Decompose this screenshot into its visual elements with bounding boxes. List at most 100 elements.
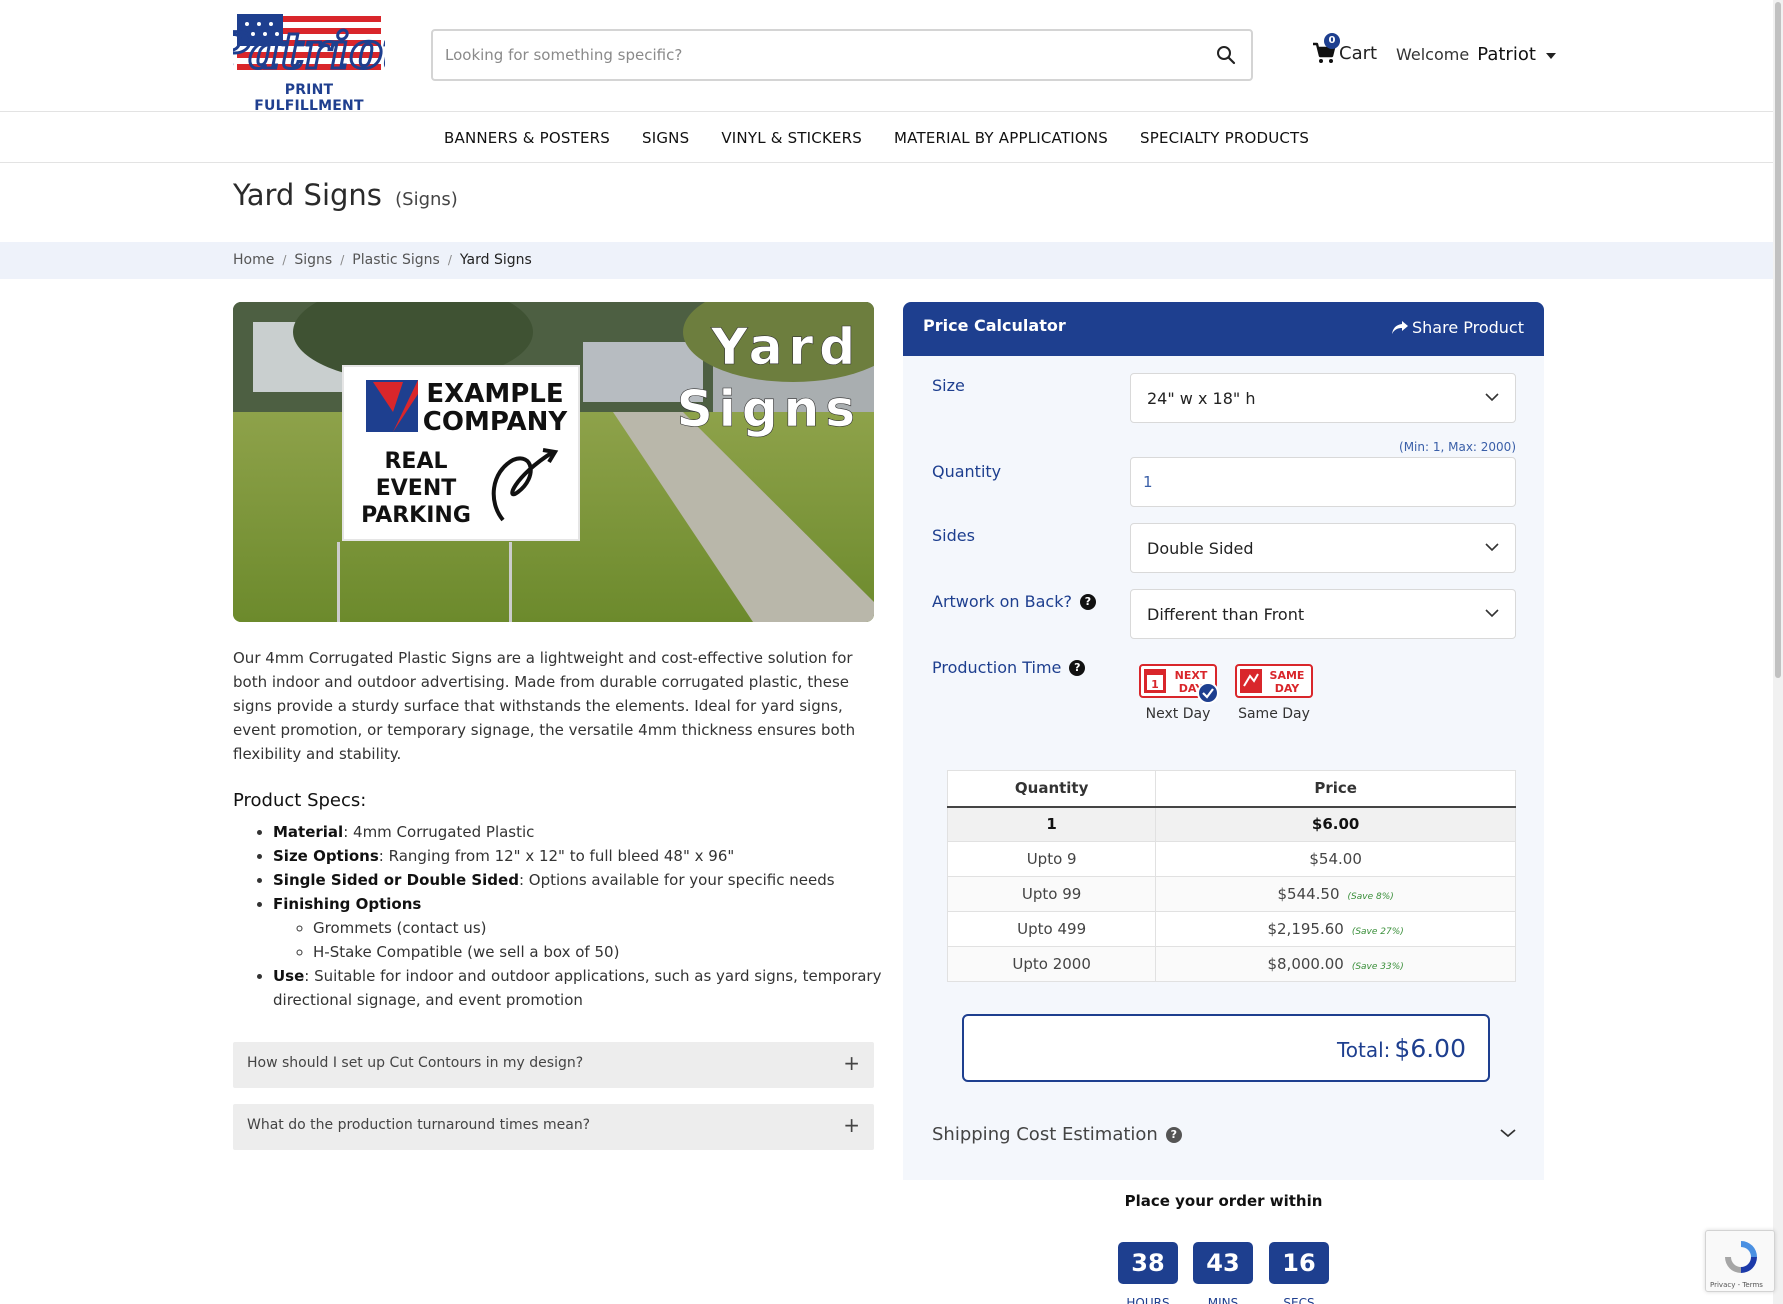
sides-select[interactable]: Double Sided [1130,523,1516,573]
share-label: Share Product [1411,318,1524,337]
tier-quantity: Upto 499 [946,911,1157,947]
nav-item-vinyl-stickers[interactable]: VINYL & STICKERS [721,129,862,147]
sign-brand-line-2: COMPANY [423,407,569,437]
production-option-same-day[interactable]: SAME DAY Same Day [1233,664,1315,722]
shipping-estimation-toggle[interactable]: Shipping Cost Estimation? [932,1124,1182,1145]
price-calculator: Price Calculator Share Product Size 24" … [903,302,1544,1304]
tier-quantity: Upto 2000 [946,946,1157,982]
cart-label: Cart [1339,42,1378,64]
table-header-quantity: Quantity [946,770,1157,808]
table-row: Upto 9 $54.00 [946,841,1516,877]
tier-price: $8,000.00 [1267,955,1344,973]
chevron-down-icon[interactable] [1500,1128,1516,1138]
countdown-secs-label: SECS [1283,1296,1315,1304]
breadcrumb-bar: Home / Signs / Plastic Signs / Yard Signs [0,242,1773,279]
breadcrumb-link[interactable]: Signs [294,252,332,269]
main-nav: BANNERS & POSTERS SIGNS VINYL & STICKERS MA… [0,112,1773,163]
page-scrollbar[interactable] [1773,0,1783,1304]
image-headline-2: Signs [677,380,861,438]
specs-list: Material: 4mm Corrugated Plastic Size Op… [273,820,888,1012]
production-option-next-day[interactable]: 1 NEXT DAY Next Day [1137,664,1219,722]
total-text: Total: $6.00 [1337,1034,1466,1063]
help-icon[interactable]: ? [1069,659,1086,676]
tier-savings: (Save 33%) [1351,962,1404,972]
breadcrumb-link[interactable]: Home [233,252,274,269]
sign-text-line-3: PARKING [361,503,471,528]
nav-item-signs[interactable]: SIGNS [642,129,689,147]
faq-accordion-cut-contours[interactable]: How should I set up Cut Contours in my d… [233,1042,874,1088]
production-option-label: Next Day [1145,706,1211,722]
size-select[interactable]: 24" w x 18" h [1130,373,1516,423]
total-value: $6.00 [1394,1034,1466,1063]
welcome-text: Welcome [1396,45,1470,64]
tier-quantity: Upto 9 [946,841,1157,877]
quantity-input[interactable] [1130,457,1516,507]
artwork-select[interactable]: Different than Front [1130,589,1516,639]
cart-icon: 0 [1312,33,1340,65]
artwork-select-value: Different than Front [1147,605,1305,624]
product-image: EXAMPLE COMPANY REAL EVENT PARKING Yard … [233,302,874,622]
help-icon[interactable]: ? [1165,1126,1182,1143]
order-within-text: Place your order within [1124,1192,1323,1210]
help-icon[interactable]: ? [1079,593,1096,610]
tier-quantity: 1 [946,806,1157,842]
artwork-label: Artwork on Back?? [932,592,1096,611]
scrollbar-thumb[interactable] [1775,2,1781,678]
page-title-text: Yard Signs [233,178,382,212]
plus-icon: + [843,1113,860,1137]
spec-finishing: Finishing Options Grommets (contact us) … [273,892,888,964]
table-row: 1 $6.00 [946,806,1516,842]
calculator-header: Price Calculator Share Product [903,302,1544,356]
chevron-down-icon [1485,543,1499,552]
calculator-title: Price Calculator [923,316,1066,335]
size-label: Size [932,376,965,395]
site-logo[interactable]: Patriot PRINT FULFILLMENT [233,12,385,114]
recaptcha-badge[interactable]: Privacy - Terms [1705,1230,1775,1292]
tier-price-cell: $544.50 (Save 8%) [1155,876,1516,912]
tier-price: $2,195.60 [1267,920,1344,938]
breadcrumb-link[interactable]: Plastic Signs [352,252,440,269]
countdown-hours: 38 [1118,1242,1178,1284]
search-input[interactable] [445,31,1205,79]
caret-down-icon [1545,52,1556,59]
sign-brand-line-1: EXAMPLE [426,379,563,409]
recaptcha-links[interactable]: Privacy - Terms [1710,1281,1763,1289]
cart-link[interactable]: 0 Cart [1312,33,1378,68]
nav-item-banners-posters[interactable]: BANNERS & POSTERS [444,129,610,147]
breadcrumb-separator: / [282,253,287,267]
page-category: (Signs) [395,189,458,210]
size-select-value: 24" w x 18" h [1147,389,1256,408]
breadcrumb-separator: / [447,253,452,267]
sign-text-line-2: EVENT [376,476,457,501]
tier-price-cell: $8,000.00 (Save 33%) [1155,946,1516,982]
user-name: Patriot [1477,44,1536,65]
quantity-label: Quantity [932,462,1002,481]
product-description: Our 4mm Corrugated Plastic Signs are a l… [233,649,856,763]
faq-question: What do the production turnaround times … [247,1117,591,1133]
same-day-badge-icon: SAME DAY [1235,664,1313,698]
sides-select-value: Double Sided [1147,539,1254,558]
account-menu[interactable]: Welcome Patriot [1396,44,1556,65]
nav-item-material-by-applications[interactable]: MATERIAL BY APPLICATIONS [894,129,1108,147]
faq-accordion-turnaround[interactable]: What do the production turnaround times … [233,1104,874,1150]
svg-text:SAME: SAME [1270,669,1305,682]
spec-use: Use: Suitable for indoor and outdoor app… [273,964,888,1012]
share-product-button[interactable]: Share Product [1391,318,1524,337]
logo-wordmark: Patriot [233,21,385,80]
sign-text-line-1: REAL [384,449,447,474]
production-time-label: Production Time? [932,658,1086,677]
nav-item-specialty-products[interactable]: SPECIALTY PRODUCTS [1140,129,1309,147]
search-icon[interactable] [1215,44,1237,66]
breadcrumb-separator: / [340,253,345,267]
sides-label: Sides [932,526,975,545]
faq-question: How should I set up Cut Contours in my d… [247,1055,584,1071]
tier-price-cell: $54.00 [1155,841,1516,877]
quantity-limits: (Min: 1, Max: 2000) [1399,440,1516,454]
search-box [431,29,1253,81]
tier-quantity: Upto 99 [946,876,1157,912]
chevron-down-icon [1485,393,1499,402]
table-row: Upto 499 $2,195.60 (Save 27%) [946,911,1516,947]
price-tier-table: Quantity Price 1 $6.00 Upto 9 $54.00 Upto 99… [946,770,1516,982]
countdown-mins: 43 [1193,1242,1253,1284]
logo-flag-wordmark: Patriot [233,14,385,82]
